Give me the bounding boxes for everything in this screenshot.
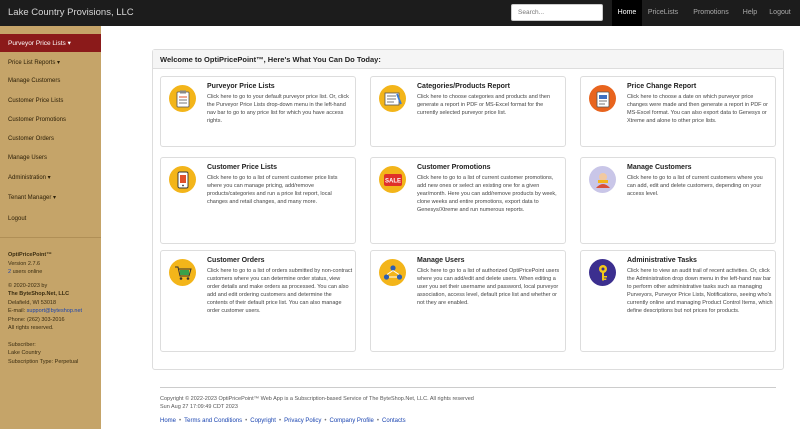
sidebar-item-administration[interactable]: Administration ▾ xyxy=(8,174,51,181)
footer-link-privacy[interactable]: Privacy Policy xyxy=(284,418,321,424)
card-title: Manage Users xyxy=(417,257,465,264)
sidebar-item-customer-price-lists[interactable]: Customer Price Lists xyxy=(8,98,63,104)
sidebar-item-price-list-reports[interactable]: Price List Reports ▾ xyxy=(8,59,60,66)
footer-link-home[interactable]: Home xyxy=(160,418,176,424)
sidebar-item-logout[interactable]: Logout xyxy=(8,216,26,222)
company-email: E-mail: support@byteshop.net xyxy=(8,308,83,314)
card-price-change-report[interactable]: Price Change Report Click here to choose… xyxy=(580,76,776,147)
svg-text:SALE: SALE xyxy=(384,178,400,184)
admin-key-icon xyxy=(589,259,616,286)
card-title: Purveyor Price Lists xyxy=(207,83,275,90)
card-desc: Click here to go to your default purveyo… xyxy=(207,94,349,125)
sidebar-item-purveyor-price-lists[interactable]: Purveyor Price Lists ▾ xyxy=(0,34,101,52)
footer-separator: • xyxy=(179,418,182,424)
nav-promotions[interactable]: Promotions xyxy=(689,0,733,26)
card-desc: Click here to choose categories and prod… xyxy=(417,94,550,117)
nav-help[interactable]: Help xyxy=(738,0,762,26)
sidebar-item-tenant-manager[interactable]: Tenant Manager ▾ xyxy=(8,194,56,201)
card-desc: Click here to go to a list of current cu… xyxy=(207,175,338,206)
footer-links: Home • Terms and Conditions • Copyright • Priv… xyxy=(160,418,406,424)
card-administrative-tasks[interactable]: Administrative Tasks Click here to view … xyxy=(580,250,776,352)
shopping-cart-icon xyxy=(169,259,196,286)
card-manage-users[interactable]: Manage Users Click here to go to a list … xyxy=(370,250,566,352)
nav-pricelists[interactable]: PriceLists xyxy=(645,0,681,26)
footer-link-contacts[interactable]: Contacts xyxy=(382,418,406,424)
card-desc: Click here to view an audit trail of rec… xyxy=(627,268,773,315)
company-city: Delafield, WI 53018 xyxy=(8,299,56,306)
card-title: Manage Customers xyxy=(627,164,692,171)
report-list-icon xyxy=(379,85,406,112)
card-customer-orders[interactable]: Customer Orders Click here to go to a li… xyxy=(160,250,356,352)
clipboard-list-icon xyxy=(169,85,196,112)
card-desc: Click here to go to a list of current cu… xyxy=(627,175,763,198)
card-desc: Click here to go to a list of authorized… xyxy=(417,268,560,307)
footer-separator: • xyxy=(376,418,379,424)
footer-copyright-text: Copyright © 2022-2023 OptiPricePoint™ We… xyxy=(160,396,474,402)
card-desc: Click here to go to a list of current cu… xyxy=(417,175,557,214)
card-customer-price-lists[interactable]: Customer Price Lists Click here to go to… xyxy=(160,157,356,244)
subscriber-label: Subscriber: xyxy=(8,341,36,348)
card-desc: Click here to go to a list of orders sub… xyxy=(207,268,353,315)
subscription-type: Subscription Type: Perpetual xyxy=(8,358,79,365)
nav-home[interactable]: Home xyxy=(612,0,642,26)
card-manage-customers[interactable]: Manage Customers Click here to go to a l… xyxy=(580,157,776,244)
customer-icon xyxy=(589,166,616,193)
copyright-text: © 2020-2023 by xyxy=(8,282,48,289)
card-customer-promotions[interactable]: SALE Customer Promotions Click here to g… xyxy=(370,157,566,244)
card-title: Customer Promotions xyxy=(417,164,491,171)
search-input[interactable] xyxy=(511,4,603,21)
footer-link-company-profile[interactable]: Company Profile xyxy=(330,418,374,424)
footer-divider xyxy=(160,387,776,388)
phone-list-icon xyxy=(169,166,196,193)
sidebar-item-customer-promotions[interactable]: Customer Promotions xyxy=(8,117,66,123)
card-title: Administrative Tasks xyxy=(627,257,697,264)
sidebar-item-manage-customers[interactable]: Manage Customers xyxy=(8,78,60,84)
company-phone: Phone: (262) 303-2016 xyxy=(8,316,65,323)
sidebar-item-manage-users[interactable]: Manage Users xyxy=(8,155,47,161)
welcome-panel: Welcome to OptiPricePoint™, Here's What … xyxy=(152,49,784,370)
version-text: Version 2.7.6 xyxy=(8,260,41,267)
card-title: Customer Orders xyxy=(207,257,265,264)
product-name: OptiPricePoint™ xyxy=(8,252,52,258)
sidebar: Purveyor Price Lists ▾ Price List Report… xyxy=(0,26,101,429)
footer-copyright: Copyright © 2022-2023 OptiPricePoint™ We… xyxy=(160,395,474,411)
rights-text: All rights reserved. xyxy=(8,325,54,331)
card-title: Categories/Products Report xyxy=(417,83,510,90)
subscriber-name: Lake Country xyxy=(8,350,41,356)
sale-tag-icon: SALE xyxy=(379,166,406,193)
card-title: Customer Price Lists xyxy=(207,164,278,171)
users-network-icon xyxy=(379,259,406,286)
card-categories-products-report[interactable]: Categories/Products Report Click here to… xyxy=(370,76,566,147)
top-navbar: Lake Country Provisions, LLC Home PriceL… xyxy=(0,0,800,26)
sidebar-item-customer-orders[interactable]: Customer Orders xyxy=(8,136,54,142)
card-title: Price Change Report xyxy=(627,83,697,90)
company-name: The ByteShop.Net, LLC xyxy=(8,291,70,297)
nav-logout[interactable]: Logout xyxy=(764,0,796,26)
card-desc: Click here to choose a date on which pur… xyxy=(627,94,768,125)
footer-separator: • xyxy=(278,418,282,424)
footer-timestamp: Sun Aug 27 17:09:49 CDT 2023 xyxy=(160,404,238,410)
brand-name[interactable]: Lake Country Provisions, LLC xyxy=(8,7,134,18)
sidebar-divider xyxy=(0,237,101,238)
users-online: 2 users online xyxy=(8,269,43,275)
footer-link-terms[interactable]: Terms and Conditions xyxy=(184,418,242,424)
footer-link-copyright[interactable]: Copyright xyxy=(250,418,276,424)
email-link[interactable]: support@byteshop.net xyxy=(27,308,82,314)
users-online-count[interactable]: 2 xyxy=(8,269,11,275)
footer-separator: • xyxy=(324,418,327,424)
card-purveyor-price-lists[interactable]: Purveyor Price Lists Click here to go to… xyxy=(160,76,356,147)
sidebar-info: OptiPricePoint™ Version 2.7.6 2 users on… xyxy=(8,251,82,366)
footer-separator: • xyxy=(245,418,248,424)
panel-title: Welcome to OptiPricePoint™, Here's What … xyxy=(153,50,783,69)
price-change-report-icon xyxy=(589,85,616,112)
